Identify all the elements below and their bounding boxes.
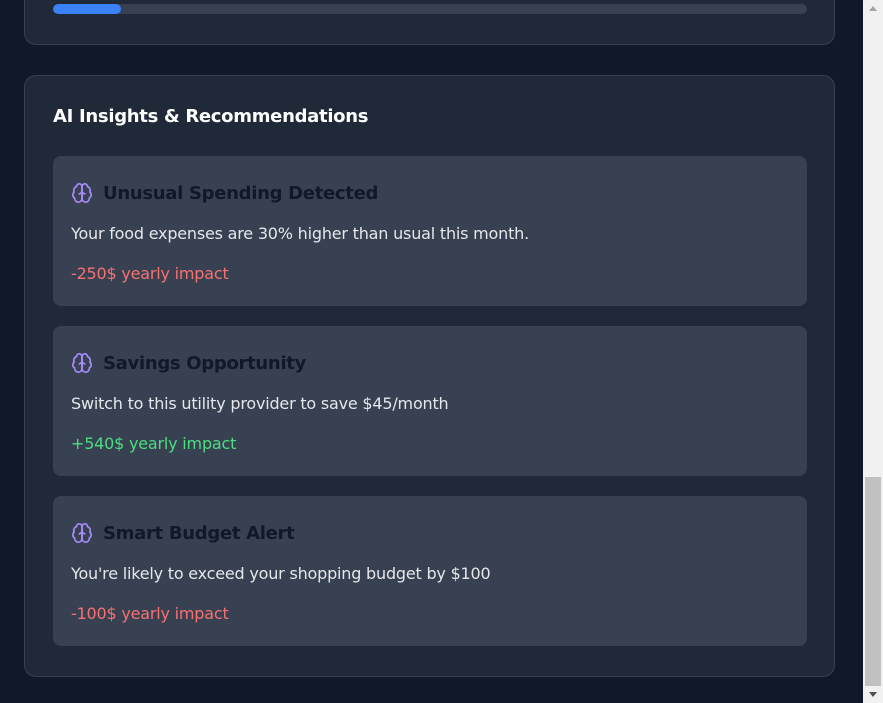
arrow-down-icon xyxy=(869,692,877,697)
ai-insights-card: AI Insights & Recommendations Unusual Sp… xyxy=(24,75,835,677)
insight-title: Unusual Spending Detected xyxy=(103,182,379,204)
scroll-down-button[interactable] xyxy=(863,686,883,703)
insight-description: Switch to this utility provider to save … xyxy=(71,394,449,413)
insight-description: You're likely to exceed your shopping bu… xyxy=(71,564,491,583)
scrollbar-thumb[interactable] xyxy=(865,477,881,686)
progress-bar xyxy=(53,4,807,14)
vertical-scrollbar[interactable] xyxy=(863,0,883,703)
insight-header: Savings Opportunity xyxy=(71,350,306,376)
insight-card-smart-budget-alert[interactable]: Smart Budget Alert You're likely to exce… xyxy=(53,496,807,646)
scroll-up-button[interactable] xyxy=(863,0,883,17)
brain-icon xyxy=(72,353,92,373)
insight-description: Your food expenses are 30% higher than u… xyxy=(71,224,529,243)
budget-progress-card xyxy=(24,0,835,45)
brain-icon xyxy=(72,183,92,203)
insight-header: Smart Budget Alert xyxy=(71,520,295,546)
insight-title: Smart Budget Alert xyxy=(103,522,295,544)
insight-title: Savings Opportunity xyxy=(103,352,307,374)
insight-header: Unusual Spending Detected xyxy=(71,180,378,206)
brain-icon xyxy=(72,523,92,543)
progress-bar-fill xyxy=(53,4,121,14)
insight-card-savings-opportunity[interactable]: Savings Opportunity Switch to this utili… xyxy=(53,326,807,476)
page-viewport: AI Insights & Recommendations Unusual Sp… xyxy=(0,0,863,703)
section-title: AI Insights & Recommendations xyxy=(53,106,369,127)
insight-impact: -100$ yearly impact xyxy=(71,604,229,623)
insight-impact: -250$ yearly impact xyxy=(71,264,229,283)
insight-impact: +540$ yearly impact xyxy=(71,434,237,453)
arrow-up-icon xyxy=(869,6,877,11)
insight-card-unusual-spending[interactable]: Unusual Spending Detected Your food expe… xyxy=(53,156,807,306)
